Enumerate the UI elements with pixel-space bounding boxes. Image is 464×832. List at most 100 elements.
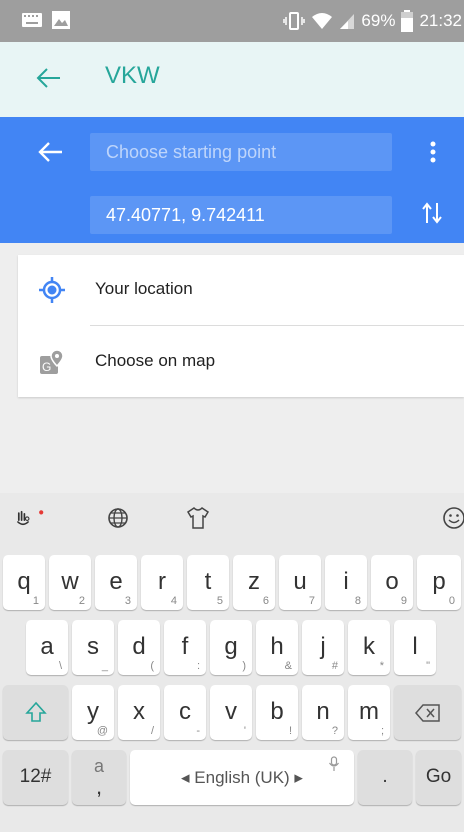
signal-icon [340,14,355,29]
key-g[interactable]: g) [210,620,252,675]
key-sub: - [196,725,200,737]
key-char: v [225,698,237,725]
key-j[interactable]: j # [302,620,344,675]
key-char: p [432,568,446,595]
key-c[interactable]: c- [164,685,206,740]
key-sub: \ [58,660,62,672]
suggestion-choose-on-map[interactable]: G Choose on map [18,327,464,397]
key-sub: ' [243,725,246,737]
key-y[interactable]: y @ [72,685,114,740]
key-sub: ( [150,660,154,672]
key-sub: : [196,660,200,672]
period-key[interactable]: . [358,750,412,805]
key-t[interactable]: t5 [187,555,229,610]
backspace-icon [415,704,440,722]
key-o[interactable]: o9 [371,555,413,610]
key-r[interactable]: r4 [141,555,183,610]
key-a[interactable]: a \ [26,620,68,675]
destination-input[interactable]: 47.40771, 9.742411 [90,196,392,234]
go-key[interactable]: Go [416,750,461,805]
key-char: s [87,633,99,660]
starting-point-input[interactable]: Choose starting point [90,133,392,171]
divider [90,325,464,326]
keyboard-toolbar [0,493,464,543]
status-bar: 69% 21:32 [0,0,464,42]
key-k[interactable]: k * [348,620,390,675]
globe-icon[interactable] [104,505,132,531]
space-language-label: ◂ English (UK) ▸ [181,768,303,787]
key-sub: # [331,660,338,672]
key-char: i [343,568,349,595]
key-char: c [179,698,191,725]
key-sub: 9 [400,595,407,607]
symbols-key[interactable]: 12# [3,750,68,805]
suggestion-your-location[interactable]: Your location [18,255,464,325]
key-n[interactable]: n? [302,685,344,740]
key-char: j [320,633,326,660]
key-m[interactable]: m; [348,685,390,740]
key-z[interactable]: z6 [233,555,275,610]
suggestion-label: Choose on map [95,351,216,370]
clock: 21:32 [419,11,462,30]
key-sub: ! [288,725,292,737]
suggestions-card: Your location G Choose on map [18,255,464,397]
app-bar: VKW [0,42,464,117]
shift-key[interactable] [3,685,68,740]
key-q[interactable]: q1 [3,555,45,610]
backspace-key[interactable] [394,685,461,740]
key-char: t [204,568,212,595]
key-x[interactable]: x / [118,685,160,740]
key-char: d [132,633,146,660]
my-location-icon [39,277,65,303]
suggestion-label: Your location [95,279,193,298]
key-char: n [316,698,330,725]
key-sub: 6 [262,595,269,607]
space-key[interactable]: ◂ English (UK) ▸ [130,750,354,805]
key-i[interactable]: i8 [325,555,367,610]
image-icon [52,11,70,29]
key-h[interactable]: h & [256,620,298,675]
key-e[interactable]: e3 [95,555,137,610]
key-label: Go [425,766,452,787]
key-sub: ) [242,660,246,672]
comma-key[interactable]: a , [72,750,126,805]
key-sub: & [284,660,292,672]
map-pin-icon: G [40,349,64,374]
key-char: o [385,568,399,595]
key-l[interactable]: l " [394,620,436,675]
key-char: k [363,633,375,660]
key-sub: 4 [170,595,177,607]
key-b[interactable]: b! [256,685,298,740]
key-f[interactable]: f: [164,620,206,675]
more-options-icon[interactable] [424,137,442,167]
key-s[interactable]: s _ [72,620,114,675]
key-sub: ; [380,725,384,737]
key-d[interactable]: d( [118,620,160,675]
key-char: y [87,698,99,725]
emoji-icon[interactable] [440,505,464,531]
key-sub: ? [331,725,338,737]
theme-shirt-icon[interactable] [184,505,212,531]
key-u[interactable]: u7 [279,555,321,610]
key-char: l [412,633,418,660]
page-title: VKW [105,62,160,89]
key-sub: 1 [32,595,39,607]
swap-icon[interactable] [420,197,444,229]
back-arrow-icon[interactable] [34,60,62,96]
key-char: a [40,633,54,660]
key-p[interactable]: p0 [417,555,461,610]
key-sub: 2 [78,595,85,607]
key-char: , [95,774,103,799]
key-sub: @ [96,725,108,737]
key-v[interactable]: v ' [210,685,252,740]
back-arrow-icon[interactable] [36,137,64,167]
gesture-icon[interactable] [16,505,44,531]
key-char: z [248,568,260,595]
key-sub: " [426,660,430,672]
key-w[interactable]: w2 [49,555,91,610]
key-sub: * [379,660,384,672]
keyboard: q1 w2 e3 r4 t5 z6 u7 i8 o9 p0 a \ s _ d( f… [0,493,464,832]
svg-text:G: G [42,360,51,374]
key-sub: 7 [308,595,315,607]
key-char: m [359,698,379,725]
